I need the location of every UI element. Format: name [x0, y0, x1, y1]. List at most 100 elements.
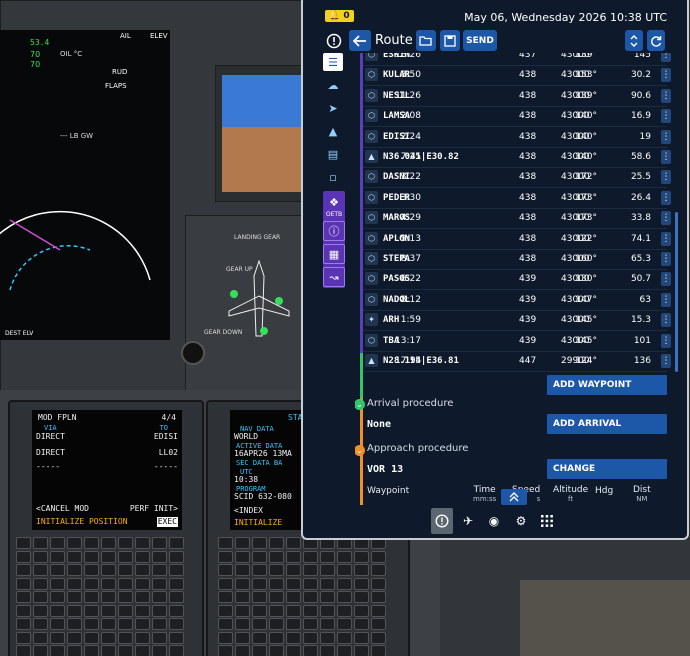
mcdu-key[interactable]: [218, 537, 233, 549]
mcdu-key[interactable]: [101, 550, 116, 563]
mcdu-key[interactable]: [152, 537, 167, 549]
waypoint-row[interactable]: ⬡ MAROS 4:29 438 43000 173° 33.8 ⋮: [363, 208, 673, 228]
mcdu-key[interactable]: [371, 550, 386, 563]
waypoint-row[interactable]: ⬡ PEDER 3:30 438 43000 173° 26.4 ⋮: [363, 188, 673, 208]
mcdu-key[interactable]: [16, 631, 31, 644]
mcdu-key[interactable]: [218, 550, 233, 563]
mcdu-key[interactable]: [303, 645, 318, 656]
send-button[interactable]: SEND: [463, 30, 497, 51]
mcdu-key[interactable]: [286, 564, 301, 576]
collapse-button[interactable]: [625, 30, 643, 51]
sidebar-weight[interactable]: ▲: [323, 122, 343, 140]
waypoint-row[interactable]: ▲ N28.194|E36.81 17:15 447 29900 124° 136 ⋮: [363, 351, 673, 371]
mcdu-key[interactable]: [118, 631, 133, 644]
mcdu-key[interactable]: [371, 645, 386, 656]
mcdu-key[interactable]: [135, 591, 150, 603]
mcdu-key[interactable]: [337, 604, 352, 617]
mcdu-key[interactable]: [235, 537, 250, 549]
mcdu-key[interactable]: [33, 631, 48, 644]
mcdu-key[interactable]: [269, 645, 284, 656]
mcdu-key[interactable]: [101, 631, 116, 644]
mcdu-key[interactable]: [371, 604, 386, 617]
mcdu-key[interactable]: [320, 618, 335, 630]
mcdu-key[interactable]: [101, 604, 116, 617]
mcdu-key[interactable]: [286, 604, 301, 617]
mcdu-key[interactable]: [252, 645, 267, 656]
waypoint-row[interactable]: ⬡ KULAR 3:50 438 43000 153° 30.2 ⋮: [363, 65, 673, 85]
waypoint-menu-button[interactable]: ⋮: [661, 129, 671, 144]
mcdu-key[interactable]: [135, 604, 150, 617]
mcdu-key[interactable]: [16, 564, 31, 576]
mcdu-key[interactable]: [67, 618, 82, 630]
mcdu-key[interactable]: [84, 591, 99, 603]
mcdu-key[interactable]: [84, 604, 99, 617]
mcdu-key[interactable]: [286, 537, 301, 549]
waypoint-menu-button[interactable]: ⋮: [661, 292, 671, 307]
mcdu-key[interactable]: [135, 645, 150, 656]
mcdu-key[interactable]: [320, 631, 335, 644]
waypoint-row[interactable]: ⬡ ESKIN 18:26 437 43000 139° 145 ⋮: [363, 53, 673, 65]
mcdu-key[interactable]: [169, 564, 184, 576]
mcdu-key[interactable]: [101, 591, 116, 603]
mcdu-key[interactable]: [303, 550, 318, 563]
mcdu-key[interactable]: [252, 591, 267, 603]
mcdu-key[interactable]: [169, 604, 184, 617]
mcdu-key[interactable]: [16, 537, 31, 549]
mcdu-key[interactable]: [286, 591, 301, 603]
mcdu-key[interactable]: [218, 604, 233, 617]
mcdu-key[interactable]: [33, 604, 48, 617]
mcdu-key[interactable]: [50, 604, 65, 617]
mcdu-key[interactable]: [235, 618, 250, 630]
mcdu-key[interactable]: [371, 577, 386, 590]
sidebar-checklist[interactable]: ▫: [323, 168, 343, 186]
mcdu-key[interactable]: [320, 591, 335, 603]
sidebar-documents[interactable]: ▤: [323, 145, 343, 163]
scroll-up-button[interactable]: [501, 489, 527, 505]
mcdu-key[interactable]: [67, 645, 82, 656]
mcdu-key[interactable]: [252, 631, 267, 644]
mcdu-key[interactable]: [218, 645, 233, 656]
waypoint-row[interactable]: ⬡ NADOL 8:12 439 43000 147° 63 ⋮: [363, 290, 673, 310]
mcdu-key[interactable]: [16, 577, 31, 590]
mcdu-key[interactable]: [84, 631, 99, 644]
mcdu-key[interactable]: [235, 645, 250, 656]
waypoint-row[interactable]: ⬡ APLON 9:13 438 43000 122° 74.1 ⋮: [363, 229, 673, 249]
mcdu-key[interactable]: [16, 604, 31, 617]
waypoint-menu-button[interactable]: ⋮: [661, 109, 671, 124]
mcdu-key[interactable]: [337, 618, 352, 630]
mcdu-key[interactable]: [337, 550, 352, 563]
mcdu-key[interactable]: [50, 631, 65, 644]
sidebar-route[interactable]: ☰: [323, 53, 343, 71]
mcdu-key[interactable]: [118, 591, 133, 603]
mcdu-key[interactable]: [33, 577, 48, 590]
mcdu-key[interactable]: [371, 564, 386, 576]
waypoint-row[interactable]: ⬡ LAMSA 2:08 438 43000 140° 16.9 ⋮: [363, 106, 673, 126]
mcdu-key[interactable]: [50, 645, 65, 656]
mcdu-key[interactable]: [33, 591, 48, 603]
mcdu-key[interactable]: [16, 618, 31, 630]
open-folder-button[interactable]: [416, 30, 436, 51]
waypoint-row[interactable]: ⬡ STEPA 8:37 438 43000 160° 65.3 ⋮: [363, 249, 673, 269]
sidebar-calculator[interactable]: ➤: [323, 99, 343, 117]
mcdu-key[interactable]: [84, 550, 99, 563]
nav-info[interactable]: [431, 508, 453, 534]
waypoint-menu-button[interactable]: ⋮: [661, 252, 671, 266]
waypoint-row[interactable]: ⬡ EDISI 2:24 438 43000 140° 19 ⋮: [363, 127, 673, 147]
sidebar-oetb[interactable]: ❖: [324, 193, 344, 211]
mcdu-key[interactable]: [84, 577, 99, 590]
waypoint-menu-button[interactable]: ⋮: [661, 313, 671, 328]
mcdu-key[interactable]: [337, 631, 352, 644]
mcdu-key[interactable]: [269, 537, 284, 549]
mcdu-key[interactable]: [354, 631, 369, 644]
mcdu-key[interactable]: [50, 577, 65, 590]
mcdu-key[interactable]: [320, 564, 335, 576]
mcdu-key[interactable]: [235, 631, 250, 644]
waypoint-row[interactable]: ⬡ NESIL 11:26 438 43000 139° 90.6 ⋮: [363, 86, 673, 106]
mcdu-key[interactable]: [269, 591, 284, 603]
mcdu-key[interactable]: [135, 537, 150, 549]
mcdu-key[interactable]: [337, 577, 352, 590]
mcdu-key[interactable]: [169, 645, 184, 656]
change-approach-button[interactable]: CHANGE: [547, 459, 667, 479]
mcdu-key[interactable]: [118, 604, 133, 617]
mcdu-key[interactable]: [67, 550, 82, 563]
